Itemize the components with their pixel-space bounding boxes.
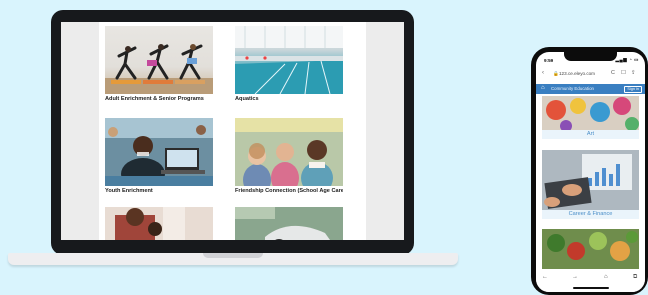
brand-name: Community Education <box>551 86 594 91</box>
category-label: Career & Finance <box>542 210 639 219</box>
tile-label: Friendship Connection (School Age Care) <box>235 188 343 194</box>
program-tile-more-2[interactable] <box>235 207 343 240</box>
laptop-notch <box>203 253 263 258</box>
url-text[interactable]: 123.ce.eleyo.com <box>559 71 595 76</box>
category-card-career-finance[interactable]: Career & Finance <box>542 150 639 219</box>
program-tile-adult-enrichment[interactable]: Adult Enrichment & Senior Programs <box>105 26 213 103</box>
art-photo <box>542 96 639 130</box>
aquatics-photo <box>235 26 343 94</box>
sign-in-button[interactable]: Sign in <box>624 86 642 93</box>
program-tile-friendship-connection[interactable]: Friendship Connection (School Age Care) <box>235 118 343 195</box>
back-icon[interactable]: ← <box>542 274 548 280</box>
status-icons: ▂▄▆ ◔ ▭ <box>615 57 639 62</box>
browser-url-bar[interactable]: ‹ 🔒 123.ce.eleyo.com C ☐ ⇪ <box>539 69 642 80</box>
phone-notch <box>564 52 617 61</box>
category-photo <box>542 229 639 269</box>
career-finance-photo <box>542 150 639 210</box>
share-icon[interactable]: ⇪ <box>631 70 636 76</box>
home-icon[interactable]: ⌂ <box>604 274 608 280</box>
app-header: ⌂ Community Education Sign in <box>536 84 645 94</box>
phone-screen: 9:59 ▂▄▆ ◔ ▭ ‹ 🔒 123.ce.eleyo.com C ☐ ⇪ … <box>536 52 645 292</box>
lock-icon: 🔒 <box>553 71 559 76</box>
tile-label: Aquatics <box>235 96 259 102</box>
tile-label: Youth Enrichment <box>105 188 153 194</box>
program-grid: Adult Enrichment & Senior Programs Aquat… <box>99 22 366 240</box>
home-icon[interactable]: ⌂ <box>541 85 548 92</box>
category-card-art[interactable]: Art <box>542 96 639 139</box>
program-tile-more-1[interactable] <box>105 207 213 240</box>
friendship-connection-photo <box>235 118 343 186</box>
bookmark-icon[interactable]: ☐ <box>621 70 626 76</box>
tabs-icon[interactable]: ⧉ <box>633 274 637 281</box>
back-arrow-icon[interactable]: ‹ <box>542 70 544 76</box>
tile-label: Adult Enrichment & Senior Programs <box>105 96 204 102</box>
program-tile-youth-enrichment[interactable]: Youth Enrichment <box>105 118 213 195</box>
program-tile-aquatics[interactable]: Aquatics <box>235 26 343 103</box>
youth-enrichment-photo <box>105 118 213 186</box>
program-photo <box>105 207 213 240</box>
adult-enrichment-photo <box>105 26 213 94</box>
status-time: 9:59 <box>544 58 554 63</box>
forward-icon[interactable]: → <box>572 274 578 280</box>
program-photo <box>235 207 343 240</box>
home-indicator <box>573 287 609 289</box>
laptop-screen: Adult Enrichment & Senior Programs Aquat… <box>61 22 404 240</box>
reload-icon[interactable]: C <box>611 70 615 76</box>
category-label: Art <box>542 130 639 139</box>
category-card-more[interactable] <box>542 229 639 269</box>
